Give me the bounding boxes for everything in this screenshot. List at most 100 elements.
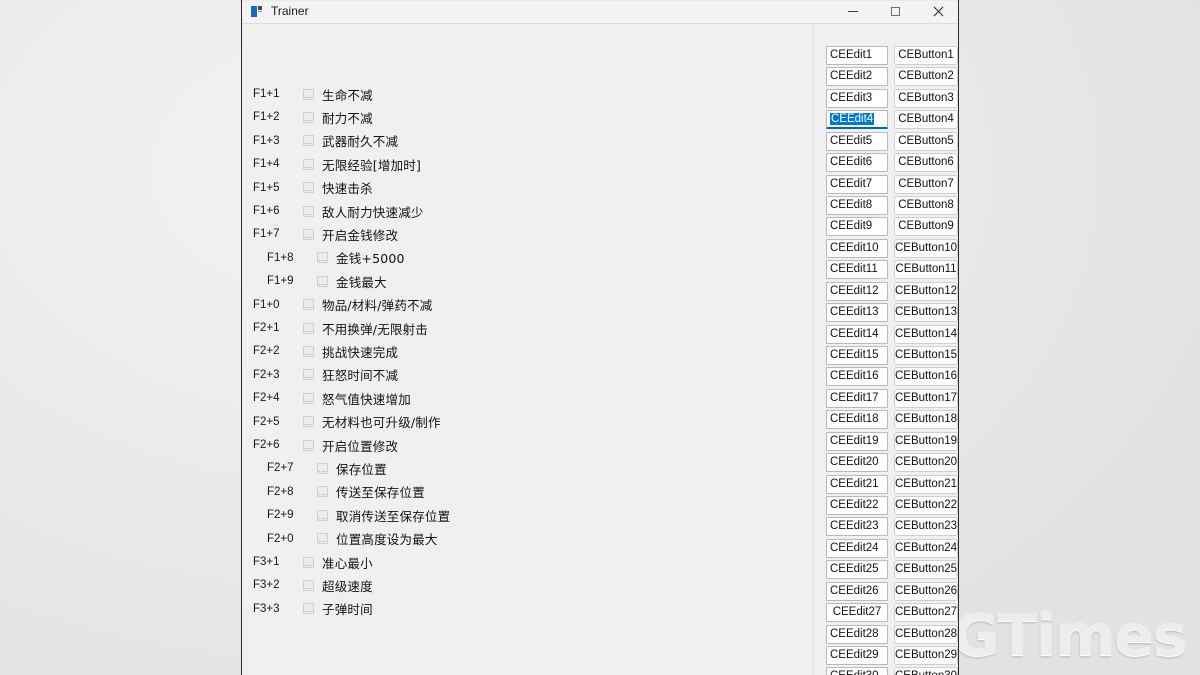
cheat-checkbox[interactable] xyxy=(317,486,328,498)
ce-button[interactable]: CEButton5 xyxy=(894,131,958,151)
ce-edit-field[interactable]: CEEdit26 xyxy=(826,581,888,601)
cheat-row[interactable]: F1+7 开启金钱修改 xyxy=(253,225,398,243)
cheat-checkbox[interactable] xyxy=(303,369,314,381)
ce-button[interactable]: CEButton14 xyxy=(894,324,958,344)
cheat-checkbox[interactable] xyxy=(303,111,314,123)
cheat-checkbox[interactable] xyxy=(303,439,314,451)
cheat-checkbox[interactable] xyxy=(303,135,314,147)
ce-button[interactable]: CEButton24 xyxy=(894,538,958,558)
ce-button[interactable]: CEButton20 xyxy=(894,453,958,473)
ce-button[interactable]: CEButton11 xyxy=(894,260,958,280)
ce-edit-field[interactable]: CEEdit7 xyxy=(826,174,888,194)
maximize-button[interactable] xyxy=(874,0,916,23)
ce-edit-field[interactable]: CEEdit18 xyxy=(826,410,888,430)
ce-edit-field[interactable]: CEEdit29 xyxy=(826,646,888,666)
close-button[interactable] xyxy=(916,0,958,23)
cheat-row[interactable]: F2+3 狂怒时间不减 xyxy=(253,366,398,384)
ce-edit-field[interactable]: CEEdit23 xyxy=(826,517,888,537)
cheat-row[interactable]: F1+4 无限经验[增加时] xyxy=(253,155,421,173)
cheat-row[interactable]: F1+0 物品/材料/弹药不减 xyxy=(253,296,432,314)
cheat-checkbox[interactable] xyxy=(317,509,328,521)
cheat-row[interactable]: F3+3 子弹时间 xyxy=(253,600,373,618)
cheat-checkbox[interactable] xyxy=(303,345,314,357)
cheat-row[interactable]: F1+2 耐力不减 xyxy=(253,108,373,126)
minimize-button[interactable] xyxy=(832,0,874,23)
ce-button[interactable]: CEButton16 xyxy=(894,367,958,387)
ce-button[interactable]: CEButton2 xyxy=(894,67,958,87)
cheat-row[interactable]: F2+6 开启位置修改 xyxy=(253,436,398,454)
ce-button[interactable]: CEButton15 xyxy=(894,346,958,366)
ce-button[interactable]: CEButton9 xyxy=(894,217,958,237)
ce-edit-field[interactable]: CEEdit2 xyxy=(826,67,888,87)
ce-edit-field[interactable]: CEEdit11 xyxy=(826,260,888,280)
ce-edit-field[interactable]: CEEdit12 xyxy=(826,281,888,301)
cheat-checkbox[interactable] xyxy=(303,392,314,404)
cheat-row[interactable]: F3+1 准心最小 xyxy=(253,553,373,571)
cheat-row[interactable]: F2+8 传送至保存位置 xyxy=(267,483,425,501)
cheat-row[interactable]: F1+6 敌人耐力快速减少 xyxy=(253,202,424,220)
ce-edit-field[interactable]: CEEdit30 xyxy=(826,667,888,675)
ce-edit-field[interactable]: CEEdit14 xyxy=(826,324,888,344)
ce-button[interactable]: CEButton27 xyxy=(894,603,958,623)
cheat-checkbox[interactable] xyxy=(303,228,314,240)
ce-edit-field[interactable]: CEEdit3 xyxy=(826,88,888,108)
ce-button[interactable]: CEButton29 xyxy=(894,646,958,666)
ce-button[interactable]: CEButton1 xyxy=(894,46,958,65)
cheat-checkbox[interactable] xyxy=(303,158,314,170)
cheat-checkbox[interactable] xyxy=(303,322,314,334)
window-titlebar[interactable]: Trainer xyxy=(242,0,958,24)
cheat-checkbox[interactable] xyxy=(303,205,314,217)
cheat-row[interactable]: F2+0 位置高度设为最大 xyxy=(267,530,438,548)
ce-edit-field[interactable]: CEEdit24 xyxy=(826,538,888,558)
ce-button[interactable]: CEButton6 xyxy=(894,153,958,173)
ce-edit-field[interactable]: CEEdit20 xyxy=(826,453,888,473)
cheat-row[interactable]: F2+1 不用换弹/无限射击 xyxy=(253,319,428,337)
ce-button[interactable]: CEButton17 xyxy=(894,388,958,408)
ce-button[interactable]: CEButton12 xyxy=(894,281,958,301)
ce-edit-field[interactable]: CEEdit19 xyxy=(826,431,888,451)
ce-edit-field[interactable]: CEEdit8 xyxy=(826,196,888,215)
ce-button[interactable]: CEButton10 xyxy=(894,238,958,258)
ce-edit-field[interactable]: CEEdit28 xyxy=(826,624,888,644)
ce-button[interactable]: CEButton4 xyxy=(894,110,958,130)
ce-button[interactable]: CEButton18 xyxy=(894,410,958,430)
cheat-checkbox[interactable] xyxy=(317,275,328,287)
cheat-row[interactable]: F2+5 无材料也可升级/制作 xyxy=(253,413,441,431)
ce-button[interactable]: CEButton23 xyxy=(894,517,958,537)
ce-edit-field[interactable]: CEEdit15 xyxy=(826,346,888,366)
ce-edit-field[interactable]: CEEdit13 xyxy=(826,303,888,323)
cheat-row[interactable]: F1+1 生命不减 xyxy=(253,85,373,103)
ce-edit-field[interactable]: CEEdit27 xyxy=(826,603,888,623)
cheat-row[interactable]: F2+4 怒气值快速增加 xyxy=(253,389,411,407)
cheat-checkbox[interactable] xyxy=(303,556,314,568)
cheat-checkbox[interactable] xyxy=(303,88,314,100)
ce-edit-field[interactable]: CEEdit17 xyxy=(826,388,888,408)
ce-edit-field[interactable]: CEEdit4 xyxy=(826,110,888,130)
cheat-checkbox[interactable] xyxy=(303,603,314,615)
ce-button[interactable]: CEButton8 xyxy=(894,196,958,215)
ce-button[interactable]: CEButton19 xyxy=(894,431,958,451)
ce-button[interactable]: CEButton28 xyxy=(894,624,958,644)
ce-edit-field[interactable]: CEEdit25 xyxy=(826,560,888,580)
cheat-row[interactable]: F1+3 武器耐久不减 xyxy=(253,132,398,150)
cheat-checkbox[interactable] xyxy=(303,182,314,194)
cheat-checkbox[interactable] xyxy=(317,252,328,264)
cheat-row[interactable]: F2+7 保存位置 xyxy=(267,459,387,477)
ce-button[interactable]: CEButton13 xyxy=(894,303,958,323)
cheat-row[interactable]: F1+8 金钱+5000 xyxy=(267,249,405,267)
cheat-row[interactable]: F2+2 挑战快速完成 xyxy=(253,342,398,360)
ce-edit-field[interactable]: CEEdit1 xyxy=(826,46,888,65)
ce-button[interactable]: CEButton30 xyxy=(894,667,958,675)
cheat-row[interactable]: F2+9 取消传送至保存位置 xyxy=(267,506,450,524)
ce-button[interactable]: CEButton3 xyxy=(894,88,958,108)
cheat-checkbox[interactable] xyxy=(317,462,328,474)
cheat-row[interactable]: F1+9 金钱最大 xyxy=(267,272,387,290)
ce-edit-field[interactable]: CEEdit6 xyxy=(826,153,888,173)
cheat-checkbox[interactable] xyxy=(303,579,314,591)
ce-button[interactable]: CEButton25 xyxy=(894,560,958,580)
cheat-checkbox[interactable] xyxy=(317,533,328,545)
cheat-checkbox[interactable] xyxy=(303,416,314,428)
ce-edit-field[interactable]: CEEdit5 xyxy=(826,131,888,151)
ce-edit-field[interactable]: CEEdit22 xyxy=(826,496,888,516)
ce-edit-field[interactable]: CEEdit21 xyxy=(826,474,888,494)
